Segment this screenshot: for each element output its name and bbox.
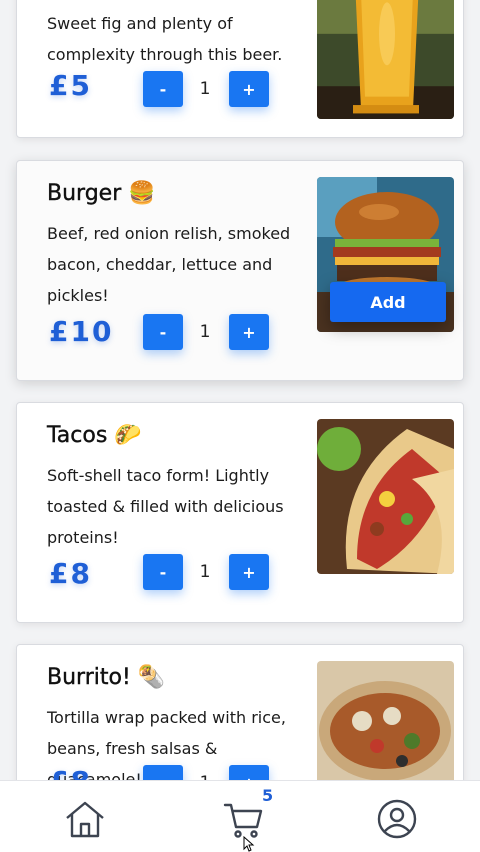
burrito-emoji-icon: 🌯	[137, 665, 166, 690]
cart-icon	[223, 803, 263, 838]
item-description: Soft-shell taco form! Lightly toasted & …	[47, 466, 284, 547]
menu-item-card: Burrito! 🌯 Tortilla wrap packed with ric…	[16, 644, 464, 780]
add-to-cart-button[interactable]: Add	[330, 282, 446, 322]
quantity-value: 1	[199, 322, 211, 342]
item-title-text: Tacos	[47, 423, 108, 448]
decrease-quantity-button[interactable]: -	[143, 554, 183, 590]
mouse-pointer-icon	[243, 836, 255, 852]
item-price: £5	[49, 69, 92, 102]
item-price: £8	[49, 557, 92, 590]
taco-emoji-icon: 🌮	[114, 423, 142, 448]
quantity-value: 1	[199, 79, 211, 99]
quantity-value: 1	[192, 773, 218, 780]
increase-quantity-button[interactable]: +	[229, 554, 269, 590]
account-icon	[377, 799, 417, 839]
item-title-text: Burrito!	[47, 665, 131, 690]
tacos-photo[interactable]	[317, 419, 454, 574]
menu-item-card: Tacos 🌮 Soft-shell taco form! Lightly to…	[16, 402, 464, 623]
item-title: Tacos 🌮	[47, 423, 142, 448]
increase-quantity-button[interactable]: +	[229, 314, 269, 350]
decrease-quantity-button[interactable]: -	[143, 71, 183, 107]
burger-emoji-icon: 🍔	[128, 181, 156, 206]
decrease-quantity-button[interactable]: -	[143, 314, 183, 350]
item-price: £10	[49, 315, 114, 348]
menu-feed[interactable]: Sweet fig and plenty of complexity throu…	[0, 0, 480, 780]
item-title: Burrito! 🌯	[47, 665, 165, 690]
quantity-value: 1	[199, 562, 211, 582]
item-title: Burger 🍔	[47, 181, 156, 206]
account-tab[interactable]	[373, 795, 421, 843]
burrito-photo[interactable]	[317, 661, 454, 780]
item-price: £8	[49, 765, 92, 780]
beer-photo[interactable]	[317, 0, 454, 119]
decrease-quantity-button[interactable]: -	[143, 765, 183, 780]
item-description: Beef, red onion relish, smoked bacon, ch…	[47, 224, 291, 305]
home-icon	[66, 801, 104, 838]
bottom-navigation	[0, 780, 480, 852]
increase-quantity-button[interactable]: +	[229, 765, 269, 780]
item-description: Sweet fig and plenty of complexity throu…	[47, 14, 283, 64]
menu-item-card: Burger 🍔 Beef, red onion relish, smoked …	[16, 160, 464, 381]
cart-count-badge: 5	[262, 786, 274, 805]
home-tab[interactable]	[61, 795, 109, 843]
menu-item-card: Sweet fig and plenty of complexity throu…	[16, 0, 464, 138]
increase-quantity-button[interactable]: +	[229, 71, 269, 107]
item-title-text: Burger	[47, 181, 122, 206]
